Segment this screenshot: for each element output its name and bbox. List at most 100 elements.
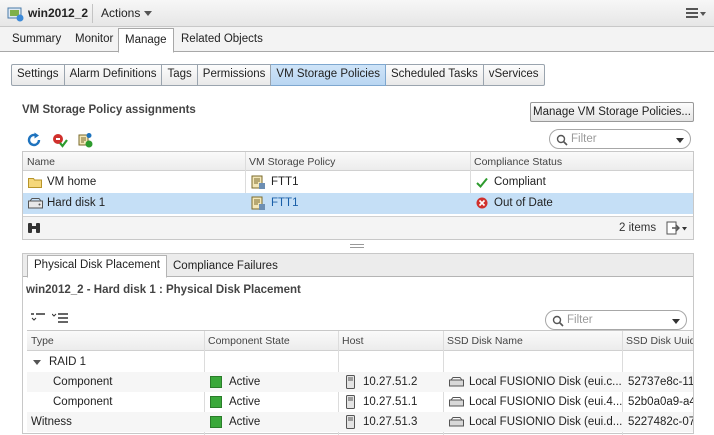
panel-splitter[interactable] — [350, 244, 364, 248]
tab-summary[interactable]: Summary — [12, 33, 61, 45]
placement-tab-bar: Physical Disk Placement Compliance Failu… — [23, 254, 693, 278]
row-type: Component — [53, 396, 113, 408]
row-ssd-name: Local FUSIONIO Disk (eui.c... — [469, 376, 622, 388]
placement-filter[interactable]: Filter — [545, 310, 687, 330]
col-host[interactable]: Host — [342, 335, 364, 347]
storage-policy-icon — [251, 196, 265, 210]
folder-icon — [28, 178, 42, 188]
row-host: 10.27.51.3 — [363, 416, 418, 428]
row-status: Compliant — [494, 176, 546, 188]
col-name[interactable]: Name — [27, 156, 55, 168]
assignments-filter[interactable]: Filter — [549, 129, 691, 149]
tab-related-objects[interactable]: Related Objects — [181, 33, 263, 45]
row-type: RAID 1 — [49, 356, 87, 368]
filter-placeholder: Filter — [571, 133, 597, 145]
host-icon — [346, 395, 355, 409]
disk-icon — [449, 417, 464, 427]
row-state: Active — [229, 376, 261, 388]
title-divider — [92, 4, 93, 23]
table-footer: 2 items — [23, 216, 693, 239]
subtab-tags[interactable]: Tags — [162, 64, 198, 86]
sub-tab-bar: Settings Alarm Definitions Tags Permissi… — [11, 64, 545, 86]
chevron-down-icon[interactable] — [672, 319, 680, 324]
row-ssd-uuid: 5227482c-07 — [628, 416, 693, 428]
list-menu-icon[interactable] — [686, 6, 706, 20]
binoculars-icon[interactable] — [27, 222, 41, 234]
actions-label: Actions — [101, 6, 141, 20]
tab-manage[interactable]: Manage — [118, 28, 174, 53]
subtab-permissions[interactable]: Permissions — [197, 64, 272, 86]
subtab-scheduled-tasks[interactable]: Scheduled Tasks — [385, 64, 484, 86]
table-header: Type Component State Host SSD Disk Name … — [27, 331, 693, 351]
storage-policy-icon — [251, 175, 265, 189]
col-compliance-status[interactable]: Compliance Status — [474, 156, 562, 168]
disk-icon — [449, 397, 464, 407]
placement-title: win2012_2 - Hard disk 1 : Physical Disk … — [26, 284, 301, 296]
export-icon[interactable] — [666, 221, 688, 235]
chevron-down-icon[interactable] — [676, 138, 684, 143]
active-state-icon — [210, 376, 222, 388]
expand-all-icon[interactable] — [31, 312, 45, 322]
row-state: Active — [229, 396, 261, 408]
row-type: Witness — [31, 416, 72, 428]
host-icon — [346, 375, 355, 389]
row-type: Component — [53, 376, 113, 388]
col-ssd-disk-name[interactable]: SSD Disk Name — [447, 335, 523, 347]
subtab-vservices[interactable]: vServices — [483, 64, 545, 86]
subtab-alarm-definitions[interactable]: Alarm Definitions — [64, 64, 163, 86]
reapply-policy-icon[interactable] — [77, 132, 93, 148]
table-row[interactable]: VM home FTT1 Compliant — [23, 172, 693, 193]
policy-assignments-table: Name VM Storage Policy Compliance Status… — [22, 151, 694, 240]
disk-icon — [449, 377, 464, 387]
col-vm-storage-policy[interactable]: VM Storage Policy — [249, 156, 335, 168]
row-policy: FTT1 — [271, 176, 299, 188]
col-type[interactable]: Type — [31, 335, 54, 347]
collapse-all-icon[interactable] — [52, 312, 68, 324]
row-name: Hard disk 1 — [47, 197, 106, 209]
subtab-settings[interactable]: Settings — [11, 64, 65, 86]
active-state-icon — [210, 396, 222, 408]
tab-monitor[interactable]: Monitor — [75, 33, 113, 45]
expand-toggle-icon[interactable] — [33, 360, 41, 365]
active-state-icon — [210, 416, 222, 428]
refresh-icon[interactable] — [26, 132, 42, 148]
table-header: Name VM Storage Policy Compliance Status — [23, 152, 693, 171]
chevron-down-icon — [144, 11, 153, 17]
subtab-vm-storage-policies[interactable]: VM Storage Policies — [271, 64, 386, 86]
row-status: Out of Date — [494, 197, 553, 209]
row-ssd-uuid: 52737e8c-11 — [628, 376, 693, 388]
table-row[interactable]: Component Active 10.27.51.2 Local FUSION… — [27, 372, 693, 392]
row-state: Active — [229, 416, 261, 428]
physical-disk-placement-table: Type Component State Host SSD Disk Name … — [27, 330, 693, 435]
checkmark-icon — [476, 177, 488, 188]
placement-panel: Physical Disk Placement Compliance Failu… — [22, 253, 694, 435]
row-name: VM home — [47, 176, 97, 188]
main-tab-bar: Summary Monitor Manage Related Objects — [0, 27, 714, 53]
items-count: 2 items — [619, 222, 657, 234]
table-row[interactable]: Component Active 10.27.51.1 Local FUSION… — [27, 392, 693, 412]
vm-title: win2012_2 — [28, 6, 89, 20]
table-row[interactable]: Hard disk 1 FTT1 Out of Date — [23, 193, 693, 214]
row-ssd-uuid: 52b0a0a9-a4 — [628, 396, 693, 408]
table-row[interactable]: RAID 1 — [27, 352, 693, 372]
tab-physical-disk-placement[interactable]: Physical Disk Placement — [27, 255, 167, 278]
manage-vm-storage-policies-button[interactable]: Manage VM Storage Policies... — [530, 102, 694, 122]
row-policy-link[interactable]: FTT1 — [271, 197, 298, 209]
row-host: 10.27.51.2 — [363, 376, 418, 388]
tab-compliance-failures[interactable]: Compliance Failures — [167, 257, 284, 277]
row-ssd-name: Local FUSIONIO Disk (eui.d... — [469, 416, 623, 428]
actions-menu[interactable]: Actions — [101, 6, 153, 20]
title-bar: win2012_2 Actions — [0, 0, 714, 27]
search-icon — [556, 134, 568, 146]
col-component-state[interactable]: Component State — [208, 335, 290, 347]
row-host: 10.27.51.1 — [363, 396, 418, 408]
col-ssd-disk-uuid[interactable]: SSD Disk Uuid — [626, 335, 693, 347]
host-icon — [346, 415, 355, 429]
error-icon — [476, 197, 488, 209]
virtual-machine-icon — [7, 7, 24, 22]
table-row[interactable]: Witness Active 10.27.51.3 Local FUSIONIO… — [27, 412, 693, 432]
filter-placeholder: Filter — [567, 314, 593, 326]
search-icon — [552, 315, 564, 327]
check-compliance-icon[interactable] — [52, 132, 68, 148]
hard-disk-icon — [28, 198, 43, 209]
